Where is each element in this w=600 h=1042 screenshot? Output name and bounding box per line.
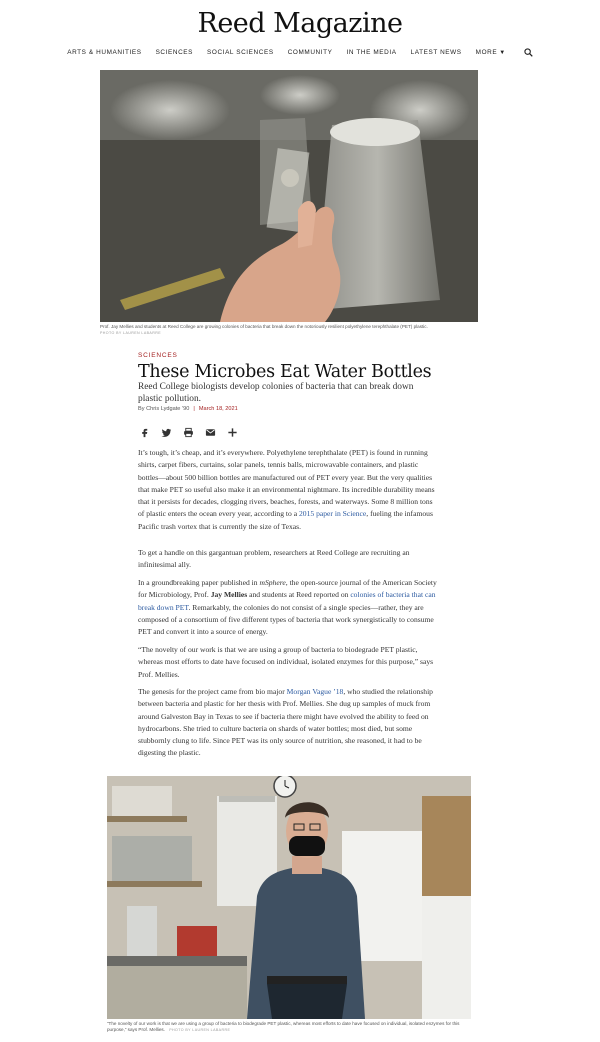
nav-item-more[interactable]: More ▼ [476,49,506,58]
paragraph-2: To get a handle on this gargantuan probl… [138,547,438,572]
lab-photo-caption: “The novelty of our work is that we are … [107,1021,471,1033]
p5-a: The genesis for the project came from bi… [138,687,287,696]
share-bar [139,425,238,438]
plus-icon[interactable] [227,425,238,437]
paragraph-1: It’s tough, it’s cheap, and it’s everywh… [138,447,438,533]
article-dek: Reed College biologists develop colonies… [138,382,414,404]
email-icon[interactable] [205,425,216,436]
morgan-vague-link[interactable]: Morgan Vague ’18 [287,687,344,696]
author: By Chris Lydgate ’90 [138,406,190,412]
p3-c: and students at Reed reported on [247,590,351,600]
nav-item-latest-news[interactable]: Latest News [411,49,462,58]
byline-separator: | [193,406,195,412]
hero-caption: Prof. Jay Mellies and students at Reed C… [100,324,428,329]
p1-text: It’s tough, it’s cheap, and it’s everywh… [138,448,435,519]
p4-text: “The novelty of our work is that we are … [138,645,434,679]
p3-a: In a groundbreaking paper published in [138,578,260,587]
lab-photo [107,776,471,1019]
science-paper-link-text: 2015 paper in Science [299,509,367,519]
paragraph-5: The genesis for the project came from bi… [138,686,438,760]
hero-image [100,70,478,322]
article-category[interactable]: Sciences [138,352,178,359]
nav-item-arts-humanities[interactable]: Arts & Humanities [67,49,141,58]
print-icon[interactable] [183,425,194,438]
article-title: These Microbes Eat Water Bottles [138,362,432,382]
publish-date: March 18, 2021 [198,406,238,412]
byline: By Chris Lydgate ’90 | March 18, 2021 [138,406,238,412]
prof-name: Jay Mellies [210,590,248,600]
site-title[interactable]: Reed Magazine [0,8,600,39]
lab-photo-credit: PHOTO BY LAUREN LABARRE [169,1028,231,1032]
twitter-icon[interactable] [161,425,172,437]
lab-photo-caption-text: “The novelty of our work is that we are … [107,1021,460,1032]
search-icon[interactable] [524,48,533,57]
caret-down-icon: ▼ [499,50,506,56]
p2-text: To get a handle on this gargantuan probl… [138,548,410,570]
nav-more-label: More [475,49,498,56]
facebook-icon[interactable] [139,425,150,438]
science-paper-link[interactable]: 2015 paper in Science [299,509,366,518]
hero-illustration [100,70,478,322]
lab-illustration [107,776,471,1019]
journal-name: mSphere [259,578,286,587]
main-nav: Arts & Humanities Sciences Social Scienc… [0,48,600,58]
p5-b: , who studied the relationship between b… [138,687,433,758]
nav-item-community[interactable]: Community [288,49,333,58]
paragraph-3: In a groundbreaking paper published in m… [138,577,438,638]
paragraph-4: “The novelty of our work is that we are … [138,644,438,681]
nav-item-sciences[interactable]: Sciences [156,49,193,58]
morgan-vague-link-text: Morgan Vague ’18 [286,687,344,696]
nav-item-in-the-media[interactable]: In the Media [347,49,397,58]
nav-item-social-sciences[interactable]: Social Sciences [207,49,274,58]
hero-credit: PHOTO BY LAUREN LABARRE [100,331,161,335]
